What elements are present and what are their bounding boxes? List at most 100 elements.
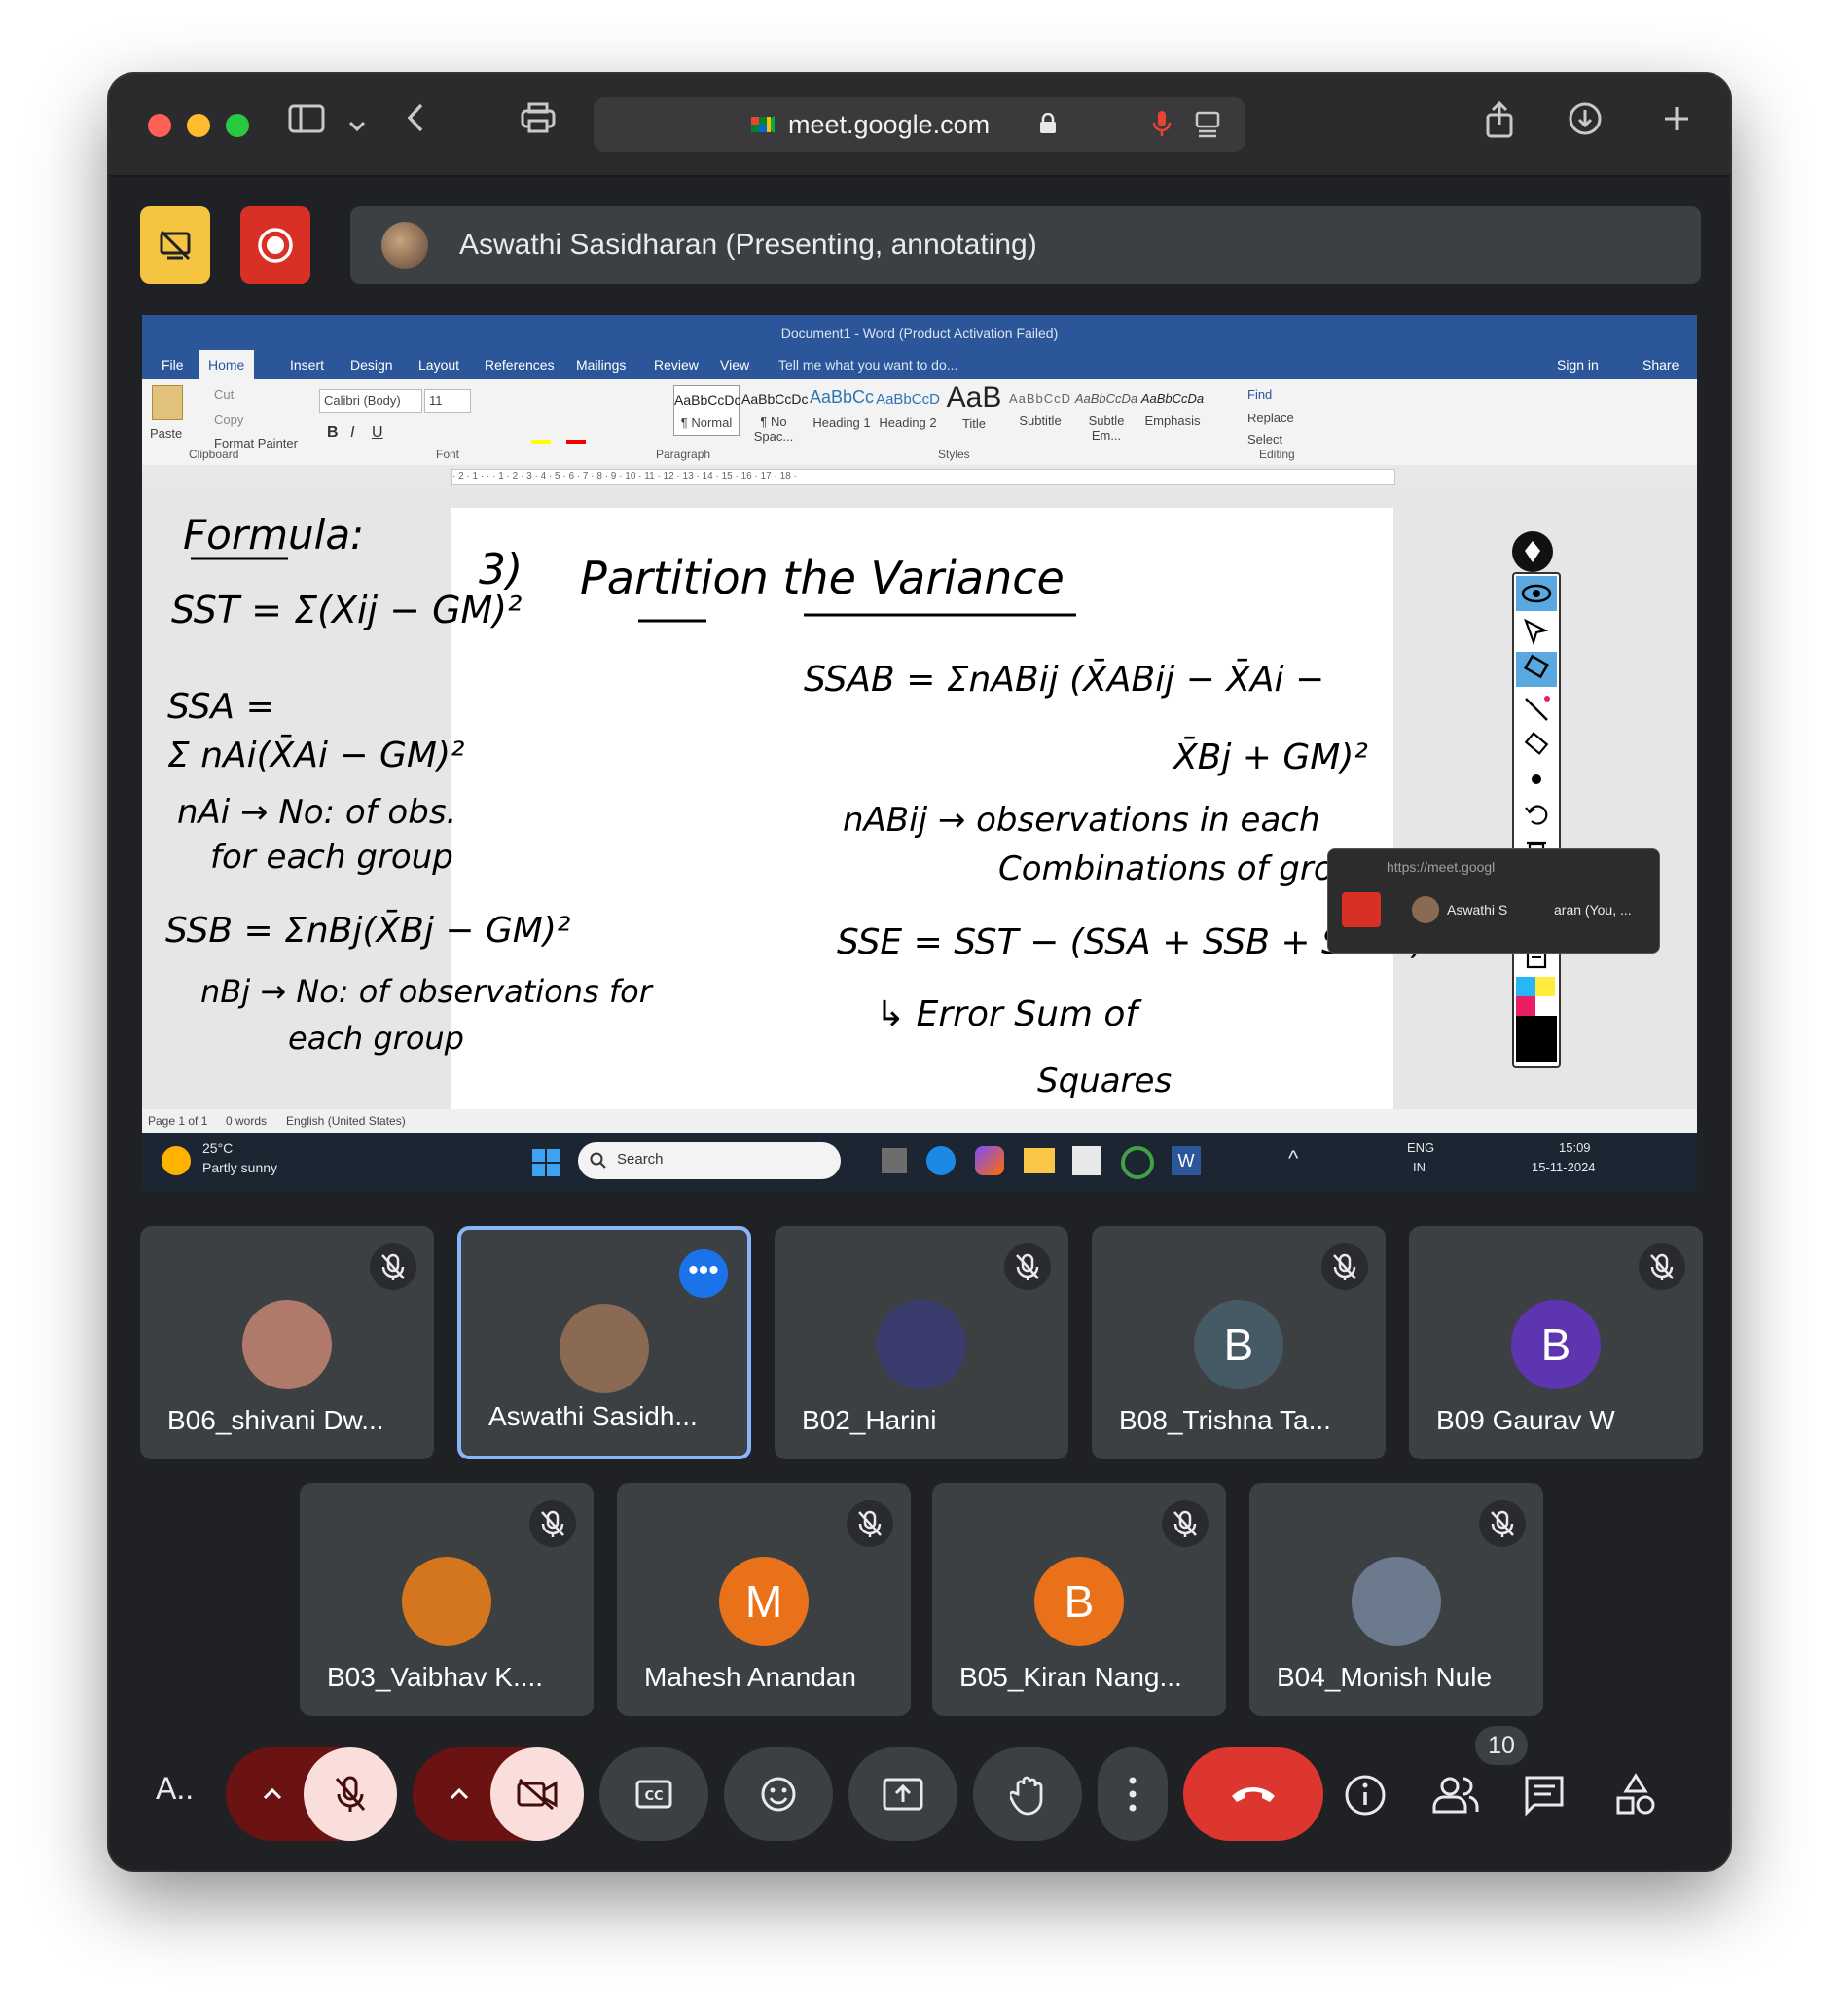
style-subtle-emphasis[interactable]: AaBbCcDa Subtle Em... [1074,385,1138,443]
participant-tile[interactable]: B06_shivani Dw... [140,1226,434,1459]
italic-button[interactable]: I [350,424,354,442]
participant-tile[interactable]: B B08_Trishna Ta... [1092,1226,1386,1459]
raise-hand-button[interactable] [973,1747,1082,1841]
select-button[interactable]: Select [1247,432,1282,447]
dot-icon[interactable] [1522,765,1551,794]
share-link[interactable]: Share [1642,350,1679,379]
share-icon[interactable] [1477,100,1522,148]
clock-date[interactable]: 15-11-2024 [1532,1160,1596,1174]
chevron-down-icon[interactable] [335,101,379,148]
font-name-box[interactable]: Calibri (Body) [319,389,422,413]
back-icon[interactable] [393,101,438,148]
camera-toggle-button[interactable] [490,1747,584,1841]
chevron-up-icon[interactable]: ^ [1288,1146,1298,1171]
color-swatch-yellow[interactable] [1535,977,1555,996]
recording-button[interactable] [240,206,310,284]
more-options-button[interactable] [1098,1747,1168,1841]
cut-button[interactable]: Cut [214,387,234,402]
task-view-icon[interactable] [882,1148,907,1173]
tab-review[interactable]: Review [654,350,699,379]
leave-call-button[interactable] [1183,1747,1323,1841]
style-subtitle[interactable]: AaBbCcD Subtitle [1008,385,1072,434]
store-icon[interactable] [1072,1146,1101,1175]
eraser-icon[interactable] [1522,730,1551,759]
language-top[interactable]: ENG [1407,1140,1434,1155]
highlight-color-swatch[interactable] [531,440,551,444]
activities-icon[interactable] [1613,1773,1658,1818]
line-icon[interactable] [1522,695,1551,724]
tell-me-box[interactable]: Tell me what you want to do... [778,350,957,379]
copilot-icon[interactable] [975,1146,1004,1175]
edge-icon[interactable] [926,1146,956,1175]
color-swatch-magenta[interactable] [1516,996,1535,1016]
present-now-button[interactable] [848,1747,957,1841]
tab-view[interactable]: View [720,350,749,379]
microphone-toggle-button[interactable] [304,1747,397,1841]
close-window-button[interactable] [148,114,171,137]
tab-file[interactable]: File [162,350,184,379]
sign-in-link[interactable]: Sign in [1557,350,1599,379]
style-emphasis[interactable]: AaBbCcDa Emphasis [1140,385,1205,434]
chat-icon[interactable] [1522,1773,1567,1818]
tab-insert[interactable]: Insert [290,350,324,379]
new-tab-icon[interactable] [1654,101,1699,148]
participant-tile[interactable]: B B05_Kiran Nang... [932,1483,1226,1716]
address-bar[interactable]: meet.google.com [594,97,1245,152]
find-button[interactable]: Find [1247,387,1272,402]
participant-tile[interactable]: B04_Monish Nule [1249,1483,1543,1716]
taskbar-search[interactable]: Search [578,1142,841,1179]
meeting-info-icon[interactable] [1343,1773,1388,1818]
participant-tile[interactable]: M Mahesh Anandan [617,1483,911,1716]
screen-share-indicator-icon[interactable] [1195,111,1220,138]
color-swatch-cyan[interactable] [1516,977,1535,996]
reactions-button[interactable] [724,1747,833,1841]
clock-time[interactable]: 15:09 [1559,1140,1591,1155]
downloads-icon[interactable] [1563,101,1607,148]
tab-references[interactable]: References [485,350,555,379]
font-color-swatch[interactable] [566,440,586,444]
style-title[interactable]: AaB Title [942,381,1006,434]
style-heading-2[interactable]: AaBbCcD Heading 2 [876,385,940,434]
tab-design[interactable]: Design [350,350,393,379]
tab-mailings[interactable]: Mailings [576,350,626,379]
people-icon[interactable] [1430,1775,1481,1816]
participant-tile[interactable]: ••• Aswathi Sasidh... [457,1226,751,1459]
language-bottom[interactable]: IN [1413,1160,1426,1174]
replace-button[interactable]: Replace [1247,411,1294,425]
word-app-icon[interactable]: W [1172,1146,1201,1175]
style-heading-1[interactable]: AaBbCc Heading 1 [810,385,874,434]
pointer-icon[interactable] [1522,617,1551,646]
file-explorer-icon[interactable] [1024,1148,1055,1173]
paste-icon[interactable] [152,385,183,420]
microphone-in-use-icon[interactable] [1152,109,1172,140]
participant-tile[interactable]: B03_Vaibhav K.... [300,1483,594,1716]
font-size-box[interactable]: 11 [424,389,471,413]
participant-tile[interactable]: B B09 Gaurav W [1409,1226,1703,1459]
copy-button[interactable]: Copy [214,413,243,427]
bold-button[interactable]: B [327,424,339,442]
app-ring-icon[interactable] [1121,1146,1154,1179]
style-normal[interactable]: AaBbCcDc ¶ Normal [673,385,740,436]
mini-record-button[interactable] [1342,892,1381,927]
underline-button[interactable]: U [372,424,383,442]
annotation-toolbar [1512,572,1561,1068]
print-icon[interactable] [516,101,560,148]
participant-more-options-button[interactable]: ••• [679,1249,728,1298]
minimize-window-button[interactable] [187,114,210,137]
highlighter-icon[interactable] [1516,652,1557,687]
paste-button[interactable]: Paste [150,426,182,441]
captions-button[interactable]: CC [599,1747,708,1841]
style-no-spacing[interactable]: AaBbCcDc ¶ No Spac... [741,385,808,444]
eye-icon[interactable] [1516,576,1557,611]
zoom-window-button[interactable] [226,114,249,137]
tab-home[interactable]: Home [199,350,255,379]
annotation-pen-toggle[interactable] [1512,531,1553,572]
color-swatch-black[interactable] [1516,1016,1557,1062]
participant-tile[interactable]: B02_Harini [775,1226,1068,1459]
sidebar-icon[interactable] [284,101,329,148]
stop-presenting-button[interactable] [140,206,210,284]
windows-start-icon[interactable] [531,1148,560,1177]
undo-icon[interactable] [1522,800,1551,829]
tab-layout[interactable]: Layout [418,350,459,379]
weather-icon[interactable] [162,1146,191,1175]
